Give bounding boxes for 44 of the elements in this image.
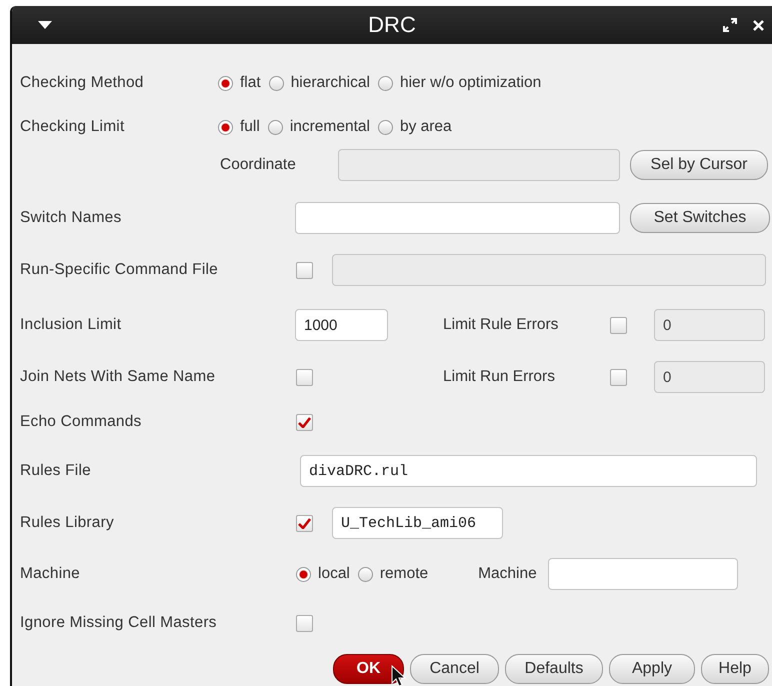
- maximize-icon[interactable]: [723, 18, 737, 32]
- field-label: Limit Rule Errors: [443, 316, 560, 334]
- field-label: Ignore Missing Cell Masters: [20, 614, 218, 632]
- close-icon[interactable]: [753, 20, 764, 30]
- field-label: Rules File: [20, 462, 92, 480]
- field-label: Machine: [20, 565, 81, 583]
- field-label: Run-Specific Command File: [20, 261, 219, 279]
- field-label: Limit Run Errors: [443, 368, 556, 386]
- radio-option[interactable]: full: [218, 118, 260, 136]
- field-label: Echo Commands: [20, 413, 142, 431]
- window-title: DRC: [368, 12, 416, 38]
- field-label: Join Nets With Same Name: [20, 368, 216, 386]
- dialog-button[interactable]: Help: [701, 654, 769, 684]
- menu-caret-icon[interactable]: [38, 21, 52, 29]
- checkbox[interactable]: [296, 368, 313, 386]
- check-icon: [298, 518, 311, 528]
- dialog-button[interactable]: Cancel: [410, 654, 499, 684]
- field-label: Checking Method: [20, 74, 145, 92]
- machine-field[interactable]: [548, 558, 738, 590]
- radio-option[interactable]: by area: [378, 118, 452, 136]
- radio-option[interactable]: remote: [358, 565, 428, 583]
- checkbox[interactable]: [296, 514, 313, 532]
- dialog-button[interactable]: OK: [333, 654, 404, 684]
- set-switches-button[interactable]: Set Switches: [630, 203, 770, 233]
- field-label: Rules Library: [20, 514, 115, 532]
- field-label: Switch Names: [20, 209, 122, 227]
- rules-library-field[interactable]: U_TechLib_ami06: [332, 507, 503, 539]
- radio-option[interactable]: hier w/o optimization: [378, 74, 542, 92]
- radio-option[interactable]: flat: [218, 74, 261, 92]
- checkbox[interactable]: [296, 414, 313, 430]
- field-label: Inclusion Limit: [20, 316, 122, 334]
- field-label: Coordinate: [220, 156, 297, 174]
- rules-file-field[interactable]: divaDRC.rul: [300, 455, 757, 487]
- field-label: Machine: [478, 565, 538, 583]
- switch-names-field[interactable]: [295, 202, 620, 234]
- radio-option[interactable]: incremental: [268, 118, 370, 136]
- checkbox[interactable]: [296, 614, 313, 632]
- radio-option[interactable]: hierarchical: [268, 74, 370, 92]
- dialog-button[interactable]: Apply: [609, 654, 695, 684]
- field-label: Checking Limit: [20, 118, 126, 136]
- dialog-button[interactable]: Defaults: [505, 654, 603, 684]
- check-icon: [298, 416, 311, 428]
- inclusion-limit-field[interactable]: 1000: [295, 309, 388, 341]
- radio-option[interactable]: local: [296, 565, 350, 583]
